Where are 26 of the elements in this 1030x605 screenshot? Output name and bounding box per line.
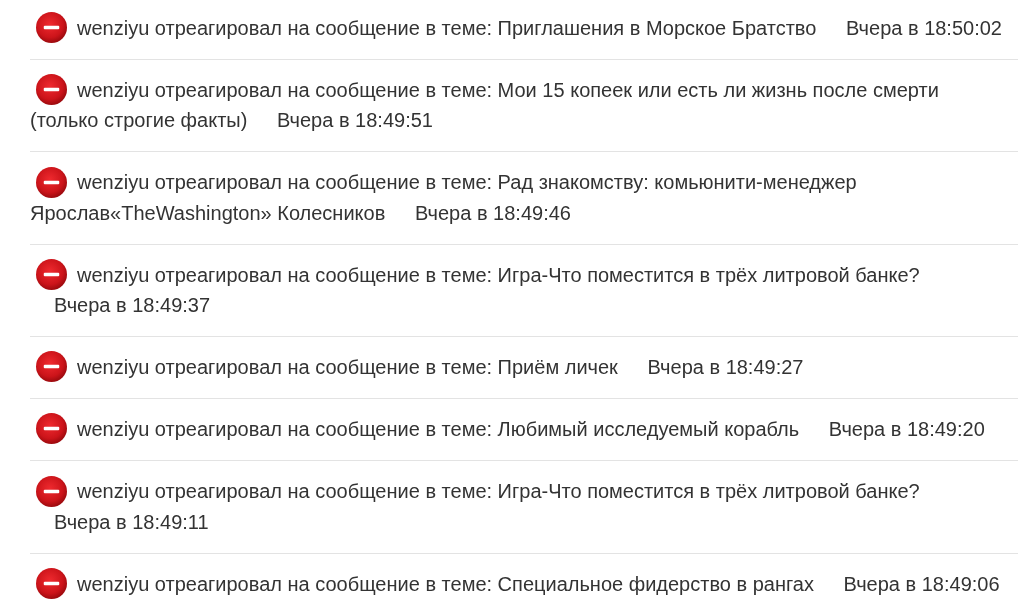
minus-circle-icon xyxy=(36,166,67,198)
minus-circle-icon xyxy=(36,567,67,599)
notification-time: Вчера в 18:50:02 xyxy=(845,16,1002,41)
notification-text: (только строгие факты) xyxy=(30,109,248,132)
minus-circle-icon xyxy=(36,413,67,445)
minus-circle-icon xyxy=(36,351,67,383)
notification-text: wenziyu отреагировал на сообщение в теме: Рад знакомству: комьюнити-менеджер xyxy=(77,171,857,194)
notification-text: wenziyu отреагировал на сообщение в теме: Приглашения в Морское Братство xyxy=(77,17,817,39)
minus-circle-icon xyxy=(36,12,67,44)
notification-text: wenziyu отреагировал на сообщение в теме: Специальное фидерство в рангах xyxy=(77,572,814,595)
notification-text: Ярослав«TheWashington» Колесников xyxy=(30,201,386,224)
notification-text: wenziyu отреагировал на сообщение в теме: Приём личек xyxy=(77,355,618,378)
notification-text: wenziyu отреагировал на сообщение в теме: Игра-Что поместится в трёх литровой банке? xyxy=(77,480,920,503)
notification-time: Вчера в 18:49:20 xyxy=(828,417,985,443)
notification-text: wenziyu отреагировал на сообщение в теме: Игра-Что поместится в трёх литровой банке? xyxy=(77,263,920,286)
notification-time: Вчера в 18:49:11 xyxy=(54,509,209,535)
notification-text: wenziyu отреагировал на сообщение в теме: Мои 15 копеек или есть ли жизнь после смерти xyxy=(77,79,939,102)
notification-time: Вчера в 18:49:37 xyxy=(54,292,211,318)
notification-time: Вчера в 18:49:51 xyxy=(276,108,433,134)
notification-time: Вчера в 18:49:46 xyxy=(414,200,571,226)
minus-circle-icon xyxy=(36,74,67,106)
notification-text: wenziyu отреагировал на сообщение в теме: Любимый исследуемый корабль xyxy=(77,418,800,441)
notification-time: Вчера в 18:49:27 xyxy=(647,354,804,380)
minus-circle-icon xyxy=(36,475,67,507)
notification-time: Вчера в 18:49:06 xyxy=(843,571,1000,597)
minus-circle-icon xyxy=(36,258,67,290)
